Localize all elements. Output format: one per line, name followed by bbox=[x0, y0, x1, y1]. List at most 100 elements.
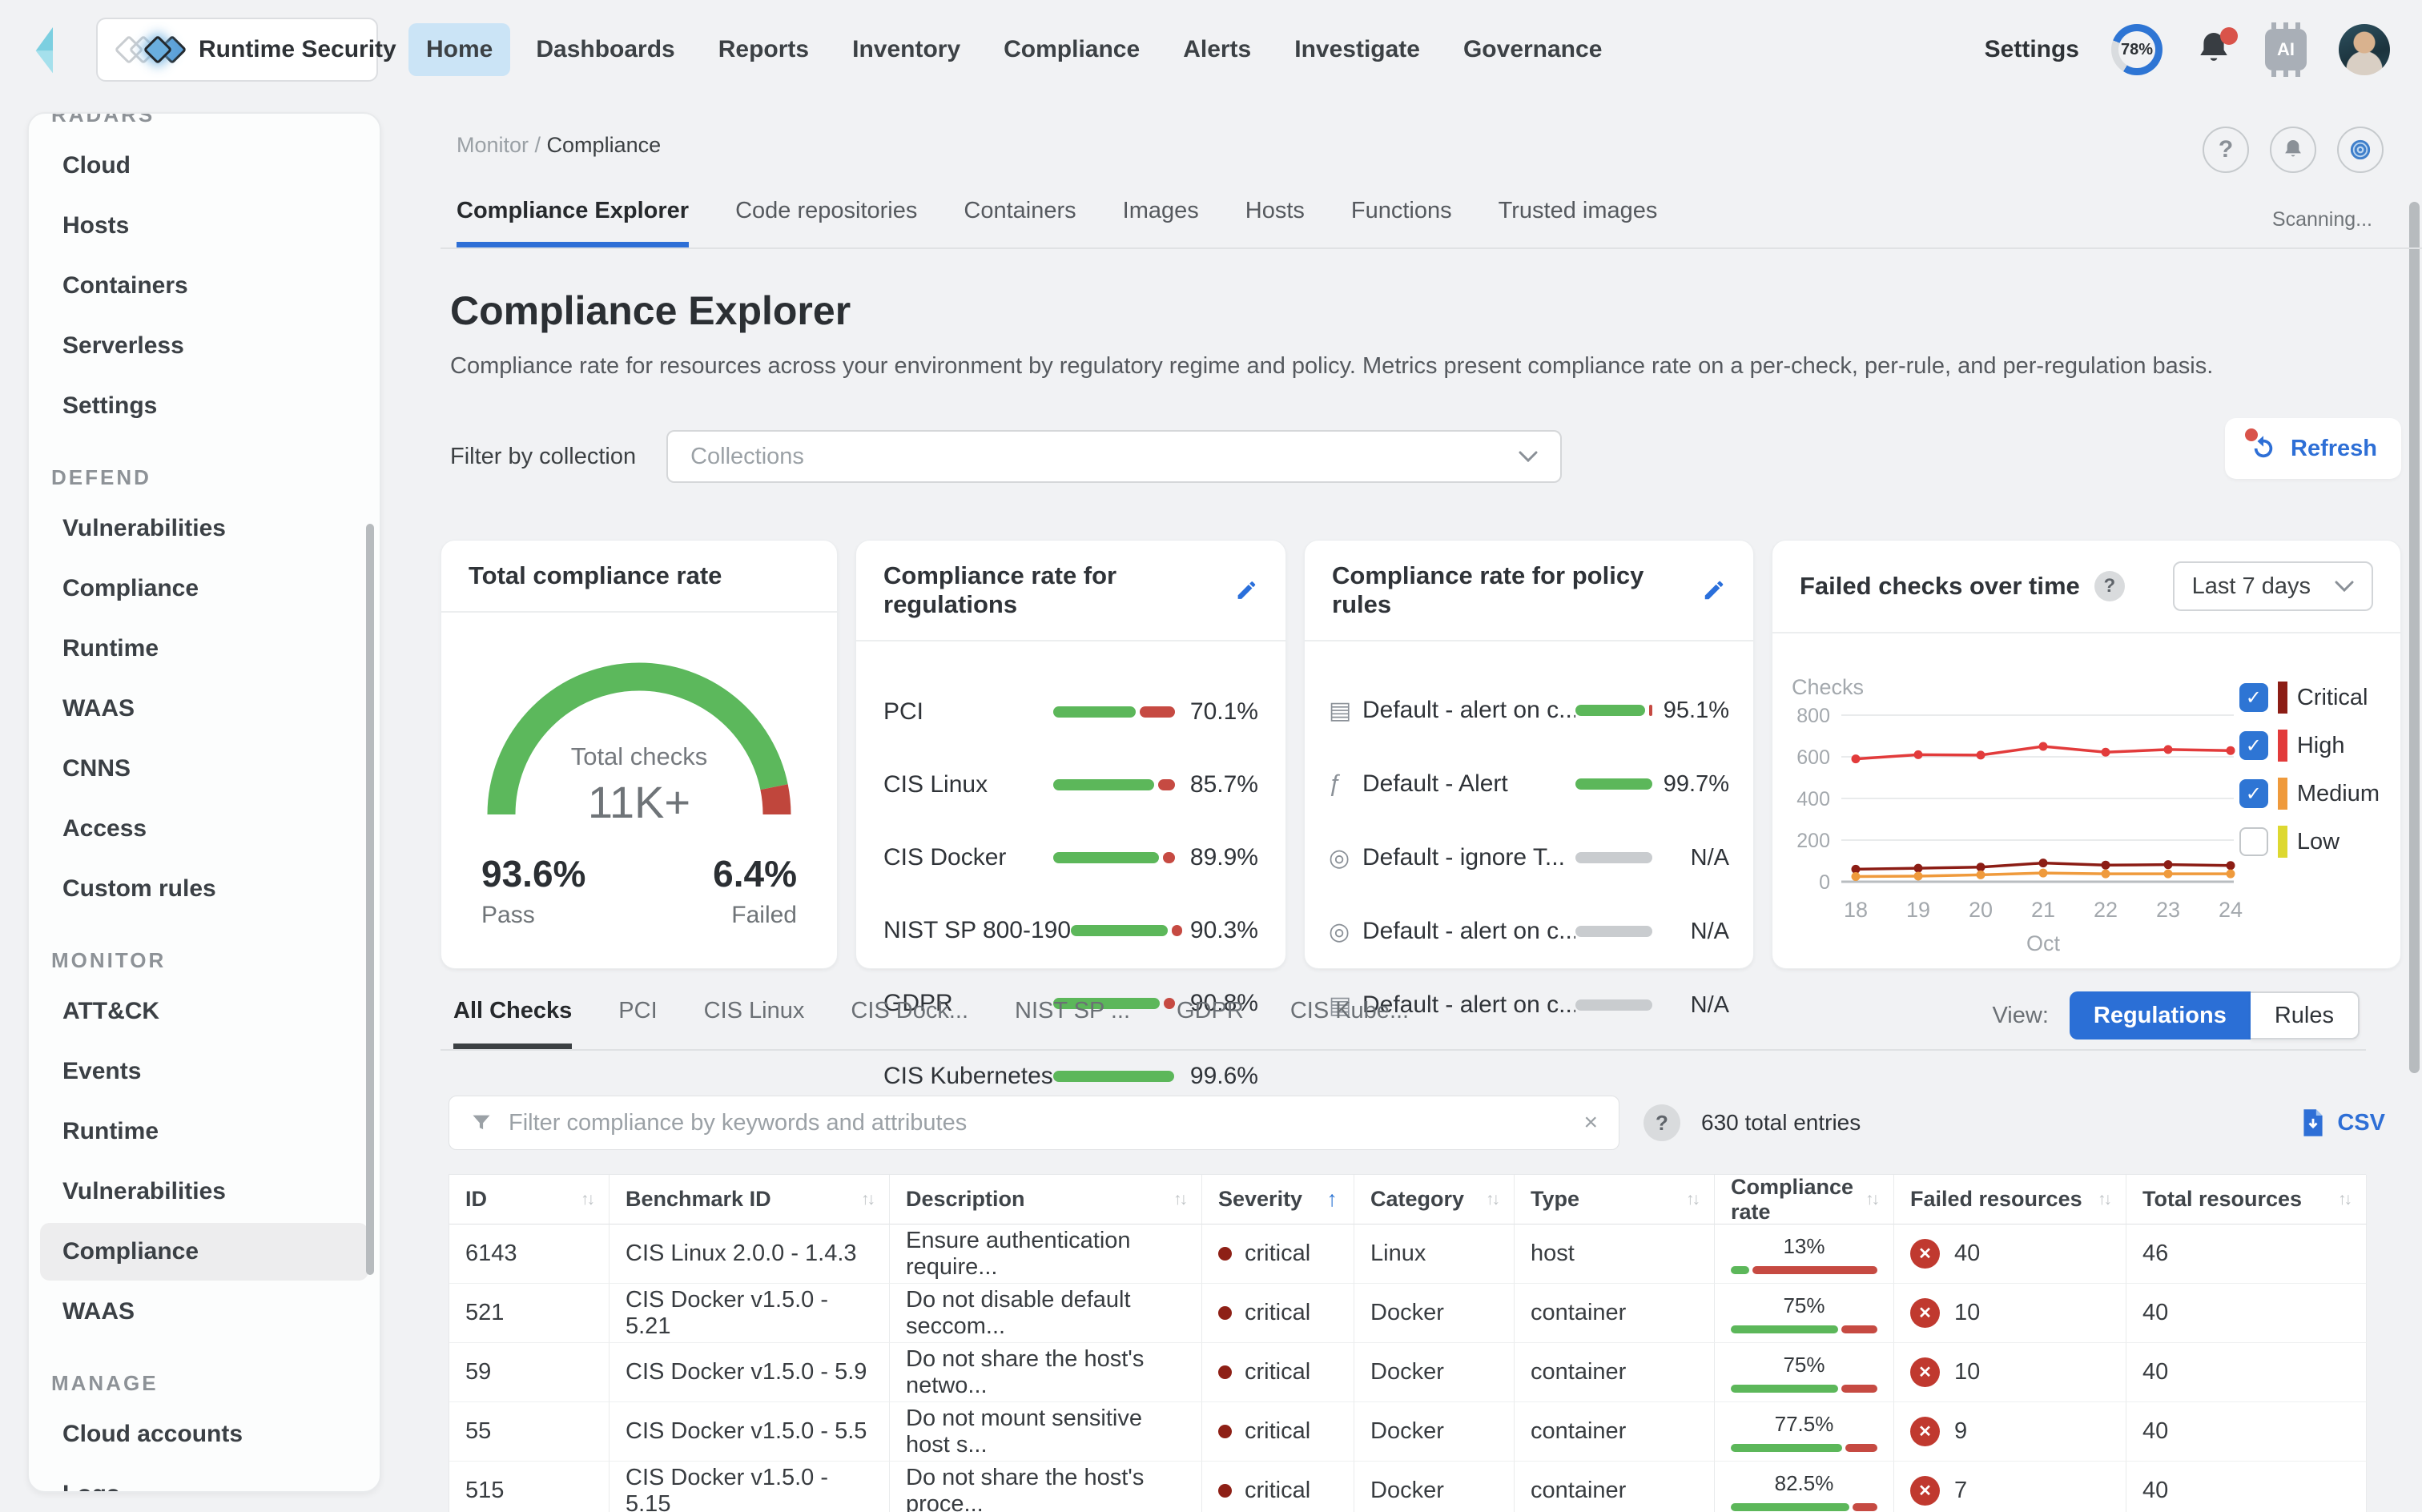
sidebar-item-runtime[interactable]: Runtime bbox=[40, 1103, 368, 1160]
cell-failed-resources[interactable]: ✕10 bbox=[1894, 1343, 2126, 1402]
sidebar-item-waas[interactable]: WAAS bbox=[40, 1283, 368, 1341]
sort-icon[interactable]: ↑↓ bbox=[1686, 1190, 1698, 1209]
tab-containers[interactable]: Containers bbox=[964, 198, 1076, 247]
cell-type[interactable]: container bbox=[1515, 1402, 1715, 1462]
regulation-row[interactable]: CIS Docker89.9% bbox=[883, 821, 1258, 894]
nav-alerts[interactable]: Alerts bbox=[1165, 23, 1269, 76]
view-rules-button[interactable]: Rules bbox=[2251, 991, 2360, 1040]
nav-governance[interactable]: Governance bbox=[1446, 23, 1619, 76]
cell-id[interactable]: 515 bbox=[449, 1462, 610, 1512]
checkbox-checked[interactable]: ✓ bbox=[2239, 683, 2268, 712]
legend-item-low[interactable]: Low bbox=[2239, 826, 2380, 858]
sidebar-item-hosts[interactable]: Hosts bbox=[40, 197, 368, 255]
sidebar-item-events[interactable]: Events bbox=[40, 1043, 368, 1100]
cell-id[interactable]: 6143 bbox=[449, 1224, 610, 1284]
sidebar-item-cloud[interactable]: Cloud bbox=[40, 137, 368, 195]
nav-compliance[interactable]: Compliance bbox=[986, 23, 1157, 76]
range-select[interactable]: Last 7 days bbox=[2173, 561, 2373, 611]
refresh-button[interactable]: Refresh bbox=[2225, 418, 2401, 479]
policy-rule-row[interactable]: ◎Default - alert on c...N/A bbox=[1329, 895, 1729, 968]
cell-compliance-rate[interactable]: 75% bbox=[1715, 1343, 1894, 1402]
ai-chip-icon[interactable]: AI bbox=[2265, 29, 2307, 70]
cell-severity[interactable]: critical bbox=[1202, 1284, 1354, 1343]
cell-severity[interactable]: critical bbox=[1202, 1224, 1354, 1284]
tab-trusted-images[interactable]: Trusted images bbox=[1499, 198, 1658, 247]
cell-compliance-rate[interactable]: 75% bbox=[1715, 1284, 1894, 1343]
cell-category[interactable]: Docker bbox=[1354, 1402, 1515, 1462]
cell-compliance-rate[interactable]: 13% bbox=[1715, 1224, 1894, 1284]
checkbox-unchecked[interactable] bbox=[2239, 827, 2268, 856]
sidebar-item-att-ck[interactable]: ATT&CK bbox=[40, 983, 368, 1040]
cell-total-resources[interactable]: 40 bbox=[2126, 1343, 2367, 1402]
tab-images[interactable]: Images bbox=[1123, 198, 1199, 247]
cell-category[interactable]: Docker bbox=[1354, 1284, 1515, 1343]
sort-icon[interactable]: ↑↓ bbox=[2098, 1190, 2110, 1209]
cell-severity[interactable]: critical bbox=[1202, 1462, 1354, 1512]
help-button[interactable]: ? bbox=[2203, 127, 2249, 173]
cell-description[interactable]: Do not share the host's proce... bbox=[890, 1462, 1202, 1512]
cell-benchmark[interactable]: CIS Docker v1.5.0 - 5.5 bbox=[610, 1402, 890, 1462]
checks-tab-gdpr[interactable]: GDPR bbox=[1177, 998, 1244, 1049]
cell-type[interactable]: container bbox=[1515, 1343, 1715, 1402]
csv-export-button[interactable]: CSV bbox=[2300, 1108, 2385, 1137]
sort-icon[interactable]: ↑↓ bbox=[1865, 1190, 1877, 1209]
column-header-description[interactable]: Description↑↓ bbox=[890, 1175, 1202, 1224]
nav-investigate[interactable]: Investigate bbox=[1277, 23, 1438, 76]
cell-benchmark[interactable]: CIS Docker v1.5.0 - 5.9 bbox=[610, 1343, 890, 1402]
sidebar-item-compliance[interactable]: Compliance bbox=[40, 560, 368, 617]
filter-help-icon[interactable]: ? bbox=[1644, 1104, 1680, 1141]
cell-compliance-rate[interactable]: 77.5% bbox=[1715, 1402, 1894, 1462]
cell-description[interactable]: Do not mount sensitive host s... bbox=[890, 1402, 1202, 1462]
breadcrumb-parent[interactable]: Monitor bbox=[457, 133, 529, 157]
cell-benchmark[interactable]: CIS Docker v1.5.0 - 5.21 bbox=[610, 1284, 890, 1343]
clear-filter-icon[interactable]: × bbox=[1583, 1109, 1598, 1136]
cell-failed-resources[interactable]: ✕7 bbox=[1894, 1462, 2126, 1512]
cell-severity[interactable]: critical bbox=[1202, 1343, 1354, 1402]
sidebar-item-containers[interactable]: Containers bbox=[40, 257, 368, 315]
sidebar-item-vulnerabilities[interactable]: Vulnerabilities bbox=[40, 500, 368, 557]
column-header-failed-resources[interactable]: Failed resources↑↓ bbox=[1894, 1175, 2126, 1224]
sidebar-scrollbar[interactable] bbox=[366, 524, 374, 1275]
cell-type[interactable]: container bbox=[1515, 1284, 1715, 1343]
collections-select[interactable]: Collections bbox=[666, 430, 1562, 483]
product-switcher[interactable]: Runtime Security bbox=[96, 18, 378, 82]
sort-icon[interactable]: ↑↓ bbox=[1173, 1190, 1185, 1209]
user-avatar[interactable] bbox=[2339, 24, 2390, 75]
cell-category[interactable]: Docker bbox=[1354, 1343, 1515, 1402]
view-regulations-button[interactable]: Regulations bbox=[2070, 991, 2251, 1040]
nav-dashboards[interactable]: Dashboards bbox=[518, 23, 692, 76]
cell-failed-resources[interactable]: ✕40 bbox=[1894, 1224, 2126, 1284]
checkbox-checked[interactable]: ✓ bbox=[2239, 779, 2268, 808]
sort-icon[interactable]: ↑↓ bbox=[581, 1190, 593, 1209]
cell-id[interactable]: 55 bbox=[449, 1402, 610, 1462]
sidebar-item-cnns[interactable]: CNNS bbox=[40, 740, 368, 798]
cell-total-resources[interactable]: 40 bbox=[2126, 1462, 2367, 1512]
nav-home[interactable]: Home bbox=[408, 23, 510, 76]
nav-reports[interactable]: Reports bbox=[701, 23, 827, 76]
cell-total-resources[interactable]: 46 bbox=[2126, 1224, 2367, 1284]
settings-link[interactable]: Settings bbox=[1985, 36, 2079, 63]
edit-icon[interactable] bbox=[1702, 577, 1726, 603]
checks-tab-nist-sp-[interactable]: NIST SP ... bbox=[1015, 998, 1130, 1049]
cell-severity[interactable]: critical bbox=[1202, 1402, 1354, 1462]
nav-inventory[interactable]: Inventory bbox=[835, 23, 978, 76]
tab-compliance-explorer[interactable]: Compliance Explorer bbox=[457, 198, 689, 247]
column-header-type[interactable]: Type↑↓ bbox=[1515, 1175, 1715, 1224]
cell-category[interactable]: Linux bbox=[1354, 1224, 1515, 1284]
cell-failed-resources[interactable]: ✕9 bbox=[1894, 1402, 2126, 1462]
sidebar-item-compliance[interactable]: Compliance bbox=[40, 1223, 368, 1281]
sort-icon[interactable]: ↑↓ bbox=[2338, 1190, 2350, 1209]
column-header-total-resources[interactable]: Total resources↑↓ bbox=[2126, 1175, 2367, 1224]
cell-compliance-rate[interactable]: 82.5% bbox=[1715, 1462, 1894, 1512]
column-header-compliance-rate[interactable]: Compliance rate↑↓ bbox=[1715, 1175, 1894, 1224]
notifications-bell-icon[interactable] bbox=[2195, 29, 2233, 71]
column-header-category[interactable]: Category↑↓ bbox=[1354, 1175, 1515, 1224]
cell-description[interactable]: Do not disable default seccom... bbox=[890, 1284, 1202, 1343]
sort-icon[interactable]: ↑↓ bbox=[861, 1190, 873, 1209]
checks-tab-cis-dock-[interactable]: CIS Dock... bbox=[851, 998, 968, 1049]
cell-id[interactable]: 59 bbox=[449, 1343, 610, 1402]
sidebar-item-waas[interactable]: WAAS bbox=[40, 680, 368, 738]
column-header-id[interactable]: ID↑↓ bbox=[449, 1175, 610, 1224]
cell-failed-resources[interactable]: ✕10 bbox=[1894, 1284, 2126, 1343]
sort-icon[interactable]: ↑↓ bbox=[1486, 1190, 1498, 1209]
